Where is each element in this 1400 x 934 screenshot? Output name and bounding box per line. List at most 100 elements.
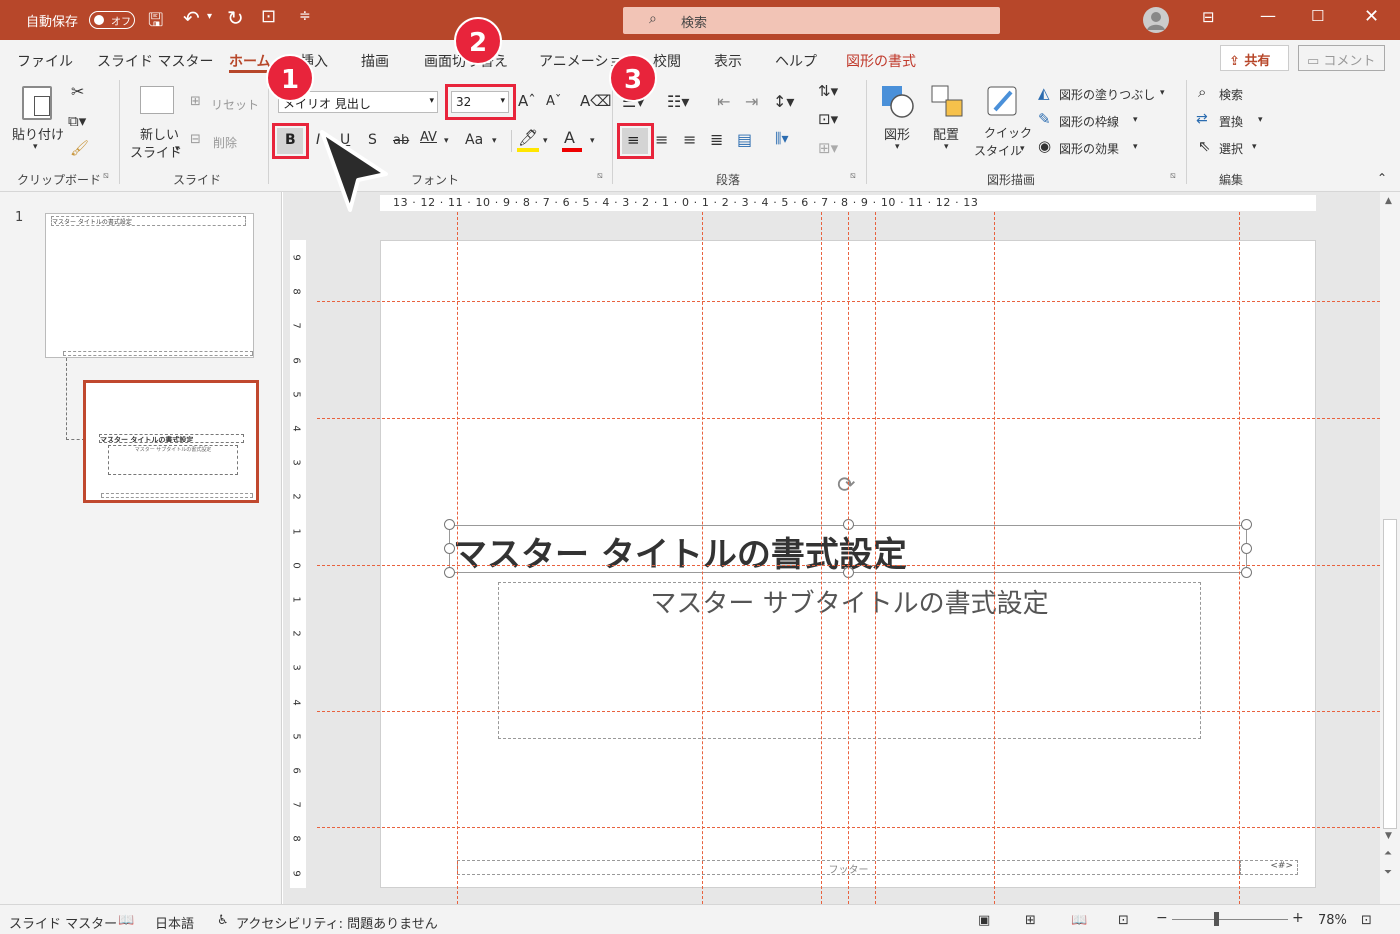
tab-home[interactable]: ホーム: [229, 51, 271, 71]
decrease-indent-icon[interactable]: ⇤: [717, 92, 730, 111]
resize-handle[interactable]: [1241, 519, 1252, 530]
chevron-down-icon[interactable]: ▾: [1133, 115, 1138, 125]
reading-view-icon[interactable]: 📖: [1071, 913, 1087, 928]
new-slide-icon[interactable]: [140, 86, 174, 114]
fit-slide-icon[interactable]: ⊡: [1361, 913, 1372, 928]
replace-icon[interactable]: ⇄: [1196, 111, 1208, 127]
previous-slide-icon[interactable]: ⏶: [1384, 848, 1392, 859]
align-text-icon[interactable]: ⊡▾: [818, 110, 838, 128]
delete-button[interactable]: 削除: [213, 134, 237, 151]
chevron-down-icon[interactable]: ▾: [444, 136, 449, 146]
resize-handle[interactable]: [444, 567, 455, 578]
shape-outline-icon[interactable]: ✎: [1038, 110, 1051, 128]
redo-icon[interactable]: ↻: [227, 6, 244, 30]
horizontal-guide[interactable]: [317, 418, 1380, 419]
vertical-scrollbar[interactable]: ▲ ▼ ⏶ ⏷: [1380, 192, 1400, 904]
font-color-icon[interactable]: A: [564, 128, 575, 147]
arrange-label[interactable]: 配置: [933, 124, 959, 143]
undo-icon[interactable]: ↶: [183, 6, 200, 30]
change-case-button[interactable]: Aa: [465, 132, 483, 148]
drawing-launcher-icon[interactable]: ⧅: [1170, 171, 1176, 181]
zoom-out-icon[interactable]: −: [1156, 910, 1168, 926]
select-icon[interactable]: ⇖: [1198, 137, 1211, 155]
accessibility-icon[interactable]: ♿: [217, 913, 229, 928]
grow-font-icon[interactable]: Aˆ: [518, 92, 536, 110]
copy-icon[interactable]: ⧉▾: [68, 112, 86, 130]
chevron-down-icon[interactable]: ▾: [1020, 144, 1025, 154]
slide-title[interactable]: マスター タイトルの書式設定: [453, 527, 907, 576]
tab-review[interactable]: 校閲: [653, 51, 681, 71]
chevron-down-icon[interactable]: ▾: [543, 136, 548, 146]
tab-draw[interactable]: 描画: [361, 51, 389, 71]
spellcheck-icon[interactable]: 📖: [118, 913, 134, 928]
maximize-icon[interactable]: ☐: [1311, 7, 1324, 25]
find-icon[interactable]: ⌕: [1198, 83, 1206, 101]
chevron-down-icon[interactable]: ▾: [590, 136, 595, 146]
scroll-up-icon[interactable]: ▲: [1385, 196, 1392, 206]
quick-styles-label-1[interactable]: クイック: [984, 124, 1032, 141]
share-button[interactable]: ⇪ 共有: [1220, 45, 1289, 71]
chevron-down-icon[interactable]: ▾: [492, 136, 497, 146]
zoom-slider-thumb[interactable]: [1214, 912, 1219, 926]
comment-button[interactable]: ▭ コメント: [1298, 45, 1385, 71]
zoom-in-icon[interactable]: +: [1292, 910, 1304, 926]
numbering-icon[interactable]: ☷▾: [667, 92, 689, 111]
horizontal-guide[interactable]: [317, 711, 1380, 712]
slide-number-placeholder[interactable]: <#>: [1240, 860, 1298, 875]
vertical-guide[interactable]: [457, 212, 458, 904]
font-launcher-icon[interactable]: ⧅: [597, 171, 603, 181]
normal-view-icon[interactable]: ▣: [978, 913, 990, 928]
paste-icon[interactable]: [22, 86, 52, 120]
highlight-icon[interactable]: 🖊: [518, 128, 538, 147]
arrange-icon[interactable]: [930, 84, 966, 120]
save-icon[interactable]: 🖫: [148, 8, 163, 38]
vertical-guide[interactable]: [875, 212, 876, 904]
smartart-icon[interactable]: ⊞▾: [818, 139, 838, 157]
text-direction-icon[interactable]: ⇅▾: [818, 82, 838, 100]
paste-label[interactable]: 貼り付け: [12, 124, 64, 143]
ribbon-display-icon[interactable]: ⊟: [1202, 8, 1215, 26]
vertical-guide[interactable]: [821, 212, 822, 904]
slide-subtitle[interactable]: マスター サブタイトルの書式設定: [499, 583, 1200, 620]
chevron-down-icon[interactable]: ▾: [1252, 142, 1257, 152]
resize-handle[interactable]: [444, 519, 455, 530]
scroll-thumb[interactable]: [1383, 519, 1397, 829]
tab-view[interactable]: 表示: [714, 51, 742, 71]
new-slide-dropdown-icon[interactable]: ▾: [175, 144, 180, 154]
language-label[interactable]: 日本語: [155, 913, 194, 932]
replace-button[interactable]: 置換: [1219, 113, 1243, 130]
shape-outline-button[interactable]: 図形の枠線: [1059, 113, 1119, 130]
collapse-ribbon-icon[interactable]: ⌃: [1377, 171, 1387, 185]
justify-icon[interactable]: ≣: [710, 130, 723, 149]
paragraph-launcher-icon[interactable]: ⧅: [850, 171, 856, 181]
search-box[interactable]: ⌕ 検索: [623, 7, 1000, 34]
shapes-label[interactable]: 図形: [884, 124, 910, 143]
chevron-down-icon[interactable]: ▾: [1160, 88, 1165, 98]
distributed-icon[interactable]: ▤: [737, 130, 752, 149]
shapes-icon[interactable]: [880, 84, 916, 120]
shrink-font-icon[interactable]: Aˇ: [546, 94, 561, 109]
shape-effects-button[interactable]: 図形の効果: [1059, 140, 1119, 157]
close-icon[interactable]: ✕: [1364, 6, 1379, 27]
line-spacing-icon[interactable]: ↕▾: [773, 92, 794, 111]
horizontal-guide[interactable]: [317, 827, 1380, 828]
chevron-down-icon[interactable]: ▾: [944, 142, 949, 152]
clear-formatting-icon[interactable]: A⌫: [580, 92, 611, 110]
shape-fill-button[interactable]: 図形の塗りつぶし: [1059, 86, 1155, 103]
quick-styles-icon[interactable]: [985, 84, 1021, 120]
new-slide-label-1[interactable]: 新しい: [140, 124, 179, 143]
format-painter-icon[interactable]: 🖌: [70, 139, 89, 157]
next-slide-icon[interactable]: ⏷: [1384, 867, 1392, 878]
minimize-icon[interactable]: —: [1260, 6, 1276, 25]
customize-toolbar-icon[interactable]: ≑: [299, 8, 311, 24]
resize-handle[interactable]: [444, 543, 455, 554]
vertical-guide[interactable]: [848, 212, 849, 904]
rotate-handle-icon[interactable]: ⟳: [837, 473, 855, 498]
horizontal-guide[interactable]: [317, 565, 1380, 566]
shape-effects-icon[interactable]: ◉: [1038, 137, 1051, 155]
subtitle-placeholder[interactable]: マスター サブタイトルの書式設定: [498, 582, 1201, 739]
slideshow-view-icon[interactable]: ⊡: [1118, 913, 1129, 928]
find-button[interactable]: 検索: [1219, 86, 1243, 103]
increase-indent-icon[interactable]: ⇥: [745, 92, 758, 111]
start-slideshow-icon[interactable]: ⊡: [261, 6, 276, 27]
